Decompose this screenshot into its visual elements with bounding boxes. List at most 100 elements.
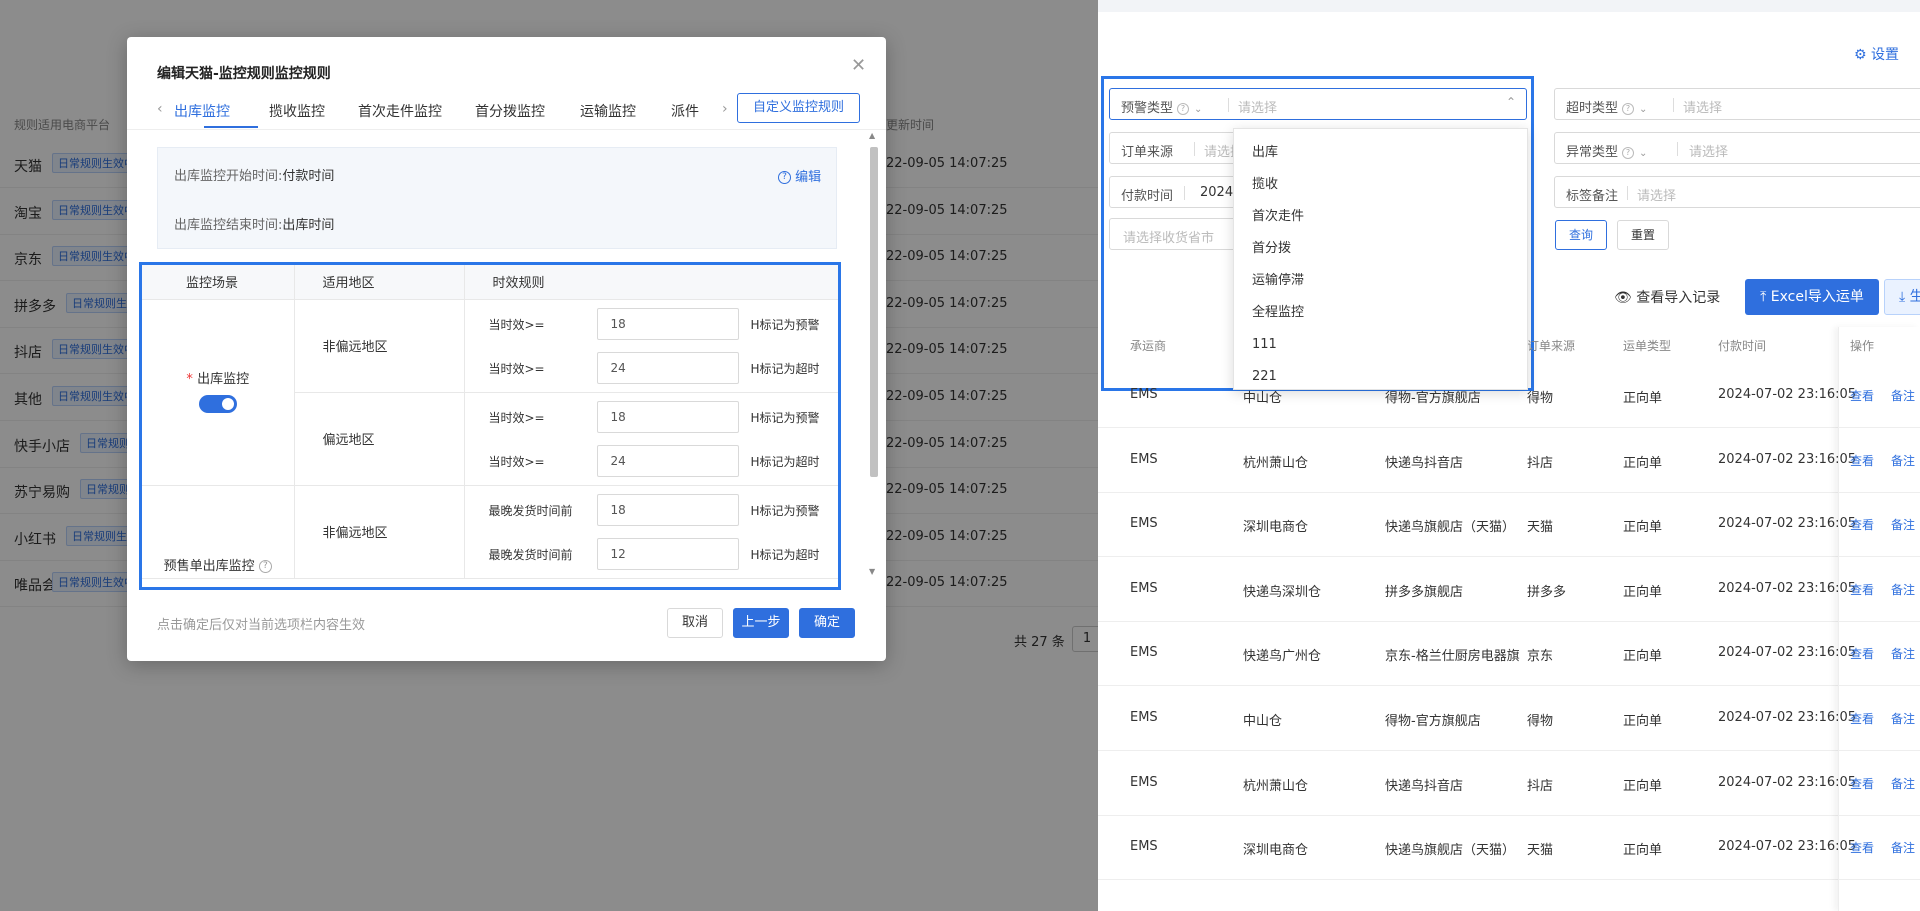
tab-pickup[interactable]: 揽收监控	[269, 101, 325, 121]
scene-presale: 预售单出库监控 ?	[142, 485, 295, 579]
generate-button[interactable]: ⤓ 生	[1884, 279, 1920, 315]
download-icon: ⤓	[1899, 289, 1906, 305]
hours-input[interactable]: 12	[596, 537, 739, 570]
dropdown-option[interactable]: 221	[1234, 361, 1527, 389]
scene-column-header: 监控场景	[142, 265, 295, 300]
scene-outbound: * 出库监控	[142, 299, 295, 486]
scrollbar-thumb[interactable]	[870, 147, 878, 477]
timeout-type-label-text: 超时类型	[1566, 101, 1619, 116]
excel-import-label: Excel导入运单	[1770, 289, 1864, 305]
table-row: EMS 深圳电商仓 快递鸟旗舰店（天猫） 天猫 正向单 2024-07-02 23:16:…	[1098, 492, 1920, 558]
end-time-value: 出库时间	[282, 218, 335, 233]
tab-first-scan[interactable]: 首次走件监控	[358, 101, 442, 121]
exception-type-select[interactable]: 异常类型? ⌄ 请选择	[1554, 132, 1920, 164]
table-row: EMS 快递鸟广州仓 京东-格兰仕厨房电器旗 京东 正向单 2024-07-02 23:1…	[1098, 621, 1920, 687]
warehouse-cell: 深圳电商仓	[1243, 520, 1309, 536]
timeout-type-select[interactable]: 超时类型? ⌄ 请选择	[1554, 88, 1920, 120]
monitor-time-info: 出库监控开始时间:付款时间 出库监控结束时间:出库时间 ? 编辑	[157, 147, 837, 249]
rule-line: 当时效>= 18 H标记为预警	[465, 395, 839, 439]
modal-title: 编辑天猫-监控规则监控规则	[157, 66, 331, 82]
tag-note-placeholder: 请选择	[1637, 189, 1677, 204]
import-log-label: 查看导入记录	[1636, 290, 1721, 306]
help-circle-icon[interactable]: ?	[258, 559, 272, 573]
tab-delivery[interactable]: 派件	[671, 101, 699, 121]
scroll-down-icon[interactable]: ▼	[869, 567, 875, 576]
tab-transport[interactable]: 运输监控	[580, 101, 636, 121]
hours-input[interactable]: 24	[596, 351, 739, 384]
settings-link[interactable]: ⚙ 设置	[1854, 44, 1899, 64]
separator	[1627, 186, 1628, 200]
rule-line: 当时效>= 18 H标记为预警	[465, 302, 839, 346]
source-cell: 拼多多	[1527, 584, 1567, 600]
rule-line: 当时效>= 24 H标记为超时	[465, 439, 839, 483]
gear-icon: ⚙	[1854, 47, 1867, 63]
shop-cell: 拼多多旗舰店	[1385, 584, 1464, 600]
dropdown-option[interactable]: 111	[1234, 329, 1527, 361]
rule-cell: 最晚发货时间前 18 H标记为预警 最晚发货时间前 12 H标记为超时	[464, 485, 838, 579]
rule-label: 当时效>=	[488, 361, 545, 376]
start-time-label: 出库监控开始时间:	[174, 169, 283, 184]
dropdown-option[interactable]: 出库	[1234, 137, 1527, 169]
rule-suffix: H标记为预警	[750, 317, 820, 332]
scene-outbound-name: * 出库监控	[142, 368, 294, 387]
rule-suffix: H标记为超时	[750, 361, 820, 376]
hours-input[interactable]: 18	[596, 493, 739, 526]
carrier-cell: EMS	[1130, 580, 1158, 596]
pay-time-cell: 2024-07-02 23:16:05	[1718, 451, 1857, 467]
pay-time-header: 付款时间	[1718, 339, 1767, 353]
dropdown-option[interactable]: 首分拨	[1234, 233, 1527, 265]
query-button[interactable]: 查询	[1555, 220, 1607, 250]
shop-cell: 快递鸟旗舰店（天猫）	[1385, 520, 1516, 536]
rule-label: 当时效>=	[488, 317, 545, 332]
pay-time-cell: 2024-07-02 23:16:05	[1718, 774, 1857, 790]
carrier-cell: EMS	[1130, 645, 1158, 661]
rule-label: 最晚发货时间前	[488, 547, 573, 562]
tag-note-select[interactable]: 标签备注 请选择	[1554, 176, 1920, 208]
tab-next-icon[interactable]: ›	[722, 101, 728, 117]
source-cell: 京东	[1527, 649, 1554, 665]
settings-label: 设置	[1871, 47, 1900, 63]
rule-suffix: H标记为预警	[750, 410, 820, 425]
excel-import-button[interactable]: ⤒ Excel导入运单	[1745, 279, 1879, 315]
custom-rule-button[interactable]: 自定义监控规则	[737, 93, 860, 123]
op-column-fixed	[1838, 327, 1920, 911]
source-cell: 天猫	[1527, 843, 1554, 859]
rule-label: 当时效>=	[488, 410, 545, 425]
dropdown-option[interactable]: 揽收	[1234, 169, 1527, 201]
active-tab-indicator	[204, 126, 258, 128]
tab-outbound[interactable]: 出库监控	[174, 101, 230, 121]
pay-time-cell: 2024-07-02 23:16:05	[1718, 645, 1857, 661]
edit-link[interactable]: ? 编辑	[778, 166, 821, 185]
tab-prev-icon[interactable]: ‹	[157, 101, 163, 117]
type-cell: 正向单	[1623, 520, 1663, 536]
dropdown-option[interactable]: 运输停滞	[1234, 265, 1527, 297]
tab-first-sort[interactable]: 首分拨监控	[475, 101, 545, 121]
exception-type-label-text: 异常类型	[1566, 145, 1619, 160]
confirm-button[interactable]: 确定	[799, 608, 855, 638]
hours-input[interactable]: 18	[596, 400, 739, 433]
rule-suffix: H标记为超时	[750, 547, 820, 562]
outbound-toggle[interactable]	[198, 394, 237, 413]
import-log-link[interactable]: 👁 查看导入记录	[1614, 287, 1720, 307]
type-header: 运单类型	[1623, 339, 1672, 353]
outbound-toggle-wrap	[142, 394, 294, 417]
close-icon[interactable]: ✕	[851, 55, 866, 76]
cancel-button[interactable]: 取消	[667, 608, 723, 638]
chevron-down-icon: ⌄	[1639, 148, 1648, 159]
dropdown-option[interactable]: 全程监控	[1234, 297, 1527, 329]
dropdown-option[interactable]: 首次走件	[1234, 201, 1527, 233]
prev-step-button[interactable]: 上一步	[733, 608, 789, 638]
scroll-up-icon[interactable]: ▲	[869, 131, 875, 140]
shop-cell: 快递鸟抖音店	[1385, 778, 1464, 794]
edit-link-label: 编辑	[795, 170, 822, 185]
source-cell: 抖店	[1527, 778, 1554, 794]
hours-input[interactable]: 24	[596, 444, 739, 477]
shop-cell: 京东-格兰仕厨房电器旗	[1385, 649, 1520, 665]
pay-time-cell: 2024-07-02 23:16:05	[1718, 710, 1857, 725]
start-time-line: 出库监控开始时间:付款时间	[174, 165, 334, 184]
hours-input[interactable]: 18	[596, 307, 739, 340]
shop-cell: 快递鸟抖音店	[1385, 455, 1464, 471]
warehouse-cell: 杭州萧山仓	[1243, 455, 1309, 471]
reset-button[interactable]: 重置	[1617, 220, 1669, 250]
modal-scrollbar[interactable]: ▲ ▼	[868, 131, 878, 579]
